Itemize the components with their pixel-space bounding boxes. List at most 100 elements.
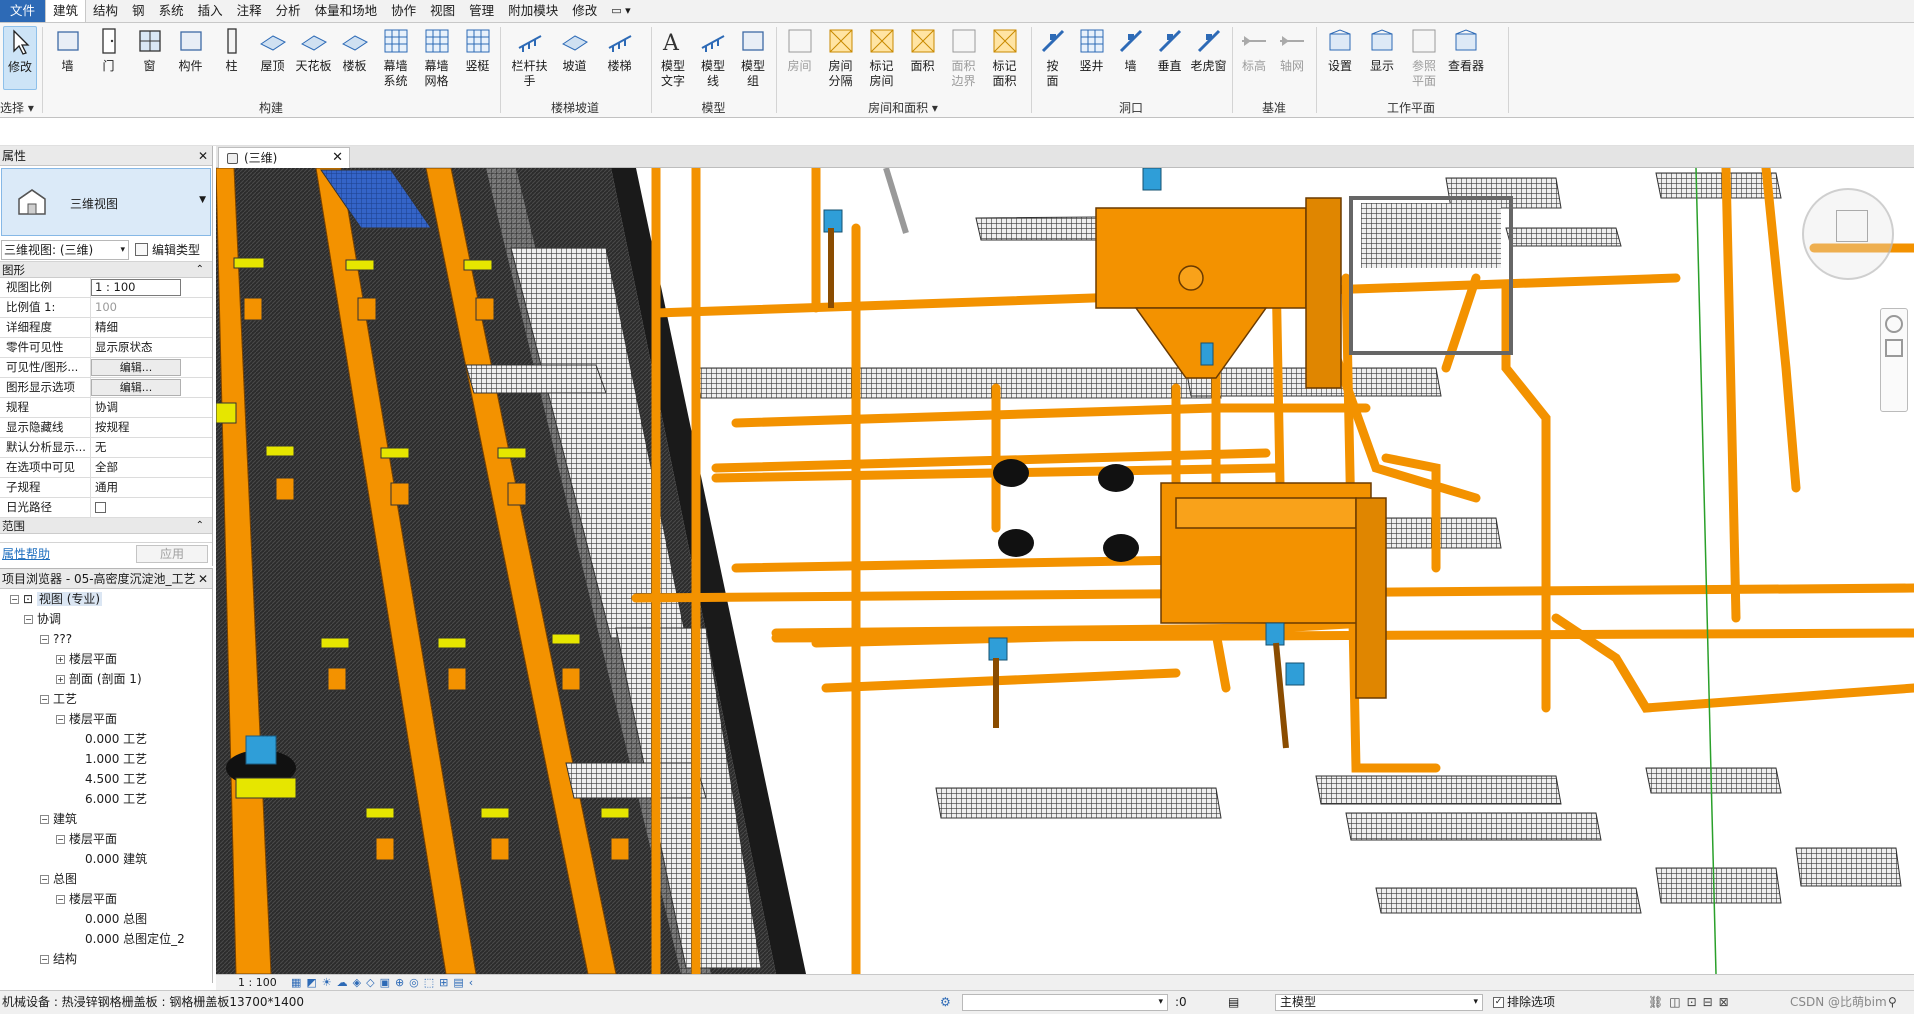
- tree-item[interactable]: − 楼层平面: [0, 709, 212, 729]
- steering-wheel-icon[interactable]: [1885, 315, 1903, 333]
- menu-tab-0[interactable]: 文件: [0, 0, 46, 22]
- collapse-icon[interactable]: −: [40, 635, 49, 644]
- ribbon-build-button-2[interactable]: 窗: [130, 26, 169, 74]
- ribbon-rooms-button-0[interactable]: 房间: [780, 26, 819, 74]
- ribbon-build-button-0[interactable]: 墙: [48, 26, 87, 74]
- collapse-icon[interactable]: −: [40, 695, 49, 704]
- expand-icon[interactable]: +: [56, 655, 65, 664]
- view-tab-3d[interactable]: (三维) ✕: [218, 147, 350, 168]
- zoom-icon[interactable]: [1885, 339, 1903, 357]
- collapse-icon[interactable]: −: [24, 615, 33, 624]
- property-value[interactable]: 按规程: [91, 418, 212, 437]
- tree-item[interactable]: 0.000 工艺: [0, 729, 212, 749]
- tree-item[interactable]: 0.000 建筑: [0, 849, 212, 869]
- exclude-options[interactable]: ✓ 排除选项: [1493, 991, 1555, 1013]
- close-icon[interactable]: ✕: [332, 148, 343, 168]
- menu-tab-7[interactable]: 分析: [269, 0, 308, 22]
- ribbon-model-button-1[interactable]: 模型 线: [694, 26, 732, 89]
- tree-item[interactable]: + 剖面 (剖面 1): [0, 669, 212, 689]
- ribbon-rooms-button-2[interactable]: 标记 房间: [862, 26, 901, 89]
- edit-button[interactable]: 编辑...: [91, 359, 181, 376]
- tree-item[interactable]: − 建筑: [0, 809, 212, 829]
- selection-filter-icons[interactable]: ⛓◫⊡⊟⊠: [1648, 991, 1735, 1013]
- graphics-section[interactable]: 图形 ⌃: [0, 262, 212, 278]
- view-scale-button[interactable]: 1 : 100: [238, 975, 277, 990]
- exclude-checkbox[interactable]: ✓: [1493, 997, 1504, 1008]
- ribbon-build-button-6[interactable]: 天花板: [294, 26, 333, 74]
- tree-root[interactable]: − ⊡ 视图 (专业): [0, 589, 212, 609]
- quick-access-dropdown[interactable]: ▭ ▾: [604, 0, 637, 22]
- property-value[interactable]: [91, 498, 212, 517]
- edit-button[interactable]: 编辑...: [91, 379, 181, 396]
- menu-tab-6[interactable]: 注释: [230, 0, 269, 22]
- ribbon-workplane-button-1[interactable]: 显示: [1362, 26, 1402, 74]
- collapse-icon[interactable]: −: [40, 875, 49, 884]
- menu-tab-9[interactable]: 协作: [384, 0, 423, 22]
- tree-item[interactable]: − 楼层平面: [0, 889, 212, 909]
- view-control-icons[interactable]: ▦◩☀☁◈◇▣⊕◎⬚⊞▤‹: [291, 975, 478, 990]
- property-value[interactable]: 无: [91, 438, 212, 457]
- workset-field[interactable]: ▾: [962, 994, 1168, 1011]
- collapse-icon[interactable]: −: [56, 835, 65, 844]
- menu-tab-8[interactable]: 体量和场地: [308, 0, 385, 22]
- collapse-icon[interactable]: −: [56, 895, 65, 904]
- tree-item[interactable]: 0.000 总图: [0, 909, 212, 929]
- menu-tab-4[interactable]: 系统: [152, 0, 191, 22]
- ribbon-rooms-button-4[interactable]: 面积 边界: [944, 26, 983, 89]
- viewcube-compass[interactable]: [1802, 188, 1894, 280]
- menu-tab-12[interactable]: 附加模块: [501, 0, 565, 22]
- ribbon-datum-button-0[interactable]: 标高: [1236, 26, 1272, 74]
- ribbon-workplane-button-0[interactable]: 设置: [1320, 26, 1360, 74]
- filter-icon[interactable]: ⚲: [1888, 991, 1897, 1013]
- design-option-icon[interactable]: ▤: [1228, 991, 1239, 1013]
- tree-item[interactable]: − 协调: [0, 609, 212, 629]
- rooms-group-label[interactable]: 房间和面积 ▾: [776, 99, 1030, 116]
- model-selector[interactable]: 主模型 ▾: [1275, 994, 1483, 1011]
- close-icon[interactable]: ✕: [198, 569, 208, 589]
- ribbon-rooms-button-5[interactable]: 标记 面积: [985, 26, 1024, 89]
- instance-selector[interactable]: 三维视图: (三维) ▾: [1, 239, 129, 260]
- collapse-icon[interactable]: −: [10, 595, 19, 604]
- ribbon-build-button-3[interactable]: 构件: [171, 26, 210, 74]
- view-scale-field[interactable]: 1 : 100: [91, 279, 181, 296]
- menu-tab-11[interactable]: 管理: [462, 0, 501, 22]
- ribbon-model-button-0[interactable]: A 模型 文字: [654, 26, 692, 89]
- collapse-icon[interactable]: −: [40, 815, 49, 824]
- ribbon-datum-button-1[interactable]: 轴网: [1274, 26, 1310, 74]
- ribbon-stairs-button-2[interactable]: 楼梯: [598, 26, 641, 74]
- expand-icon[interactable]: +: [56, 675, 65, 684]
- range-section[interactable]: 范围 ⌃: [0, 518, 212, 534]
- property-value[interactable]: 精细: [91, 318, 212, 337]
- menu-tab-2[interactable]: 结构: [86, 0, 125, 22]
- menu-tab-5[interactable]: 插入: [191, 0, 230, 22]
- collapse-icon[interactable]: −: [40, 955, 49, 964]
- ribbon-build-button-5[interactable]: 屋顶: [253, 26, 292, 74]
- menu-tab-13[interactable]: 修改: [565, 0, 604, 22]
- property-value[interactable]: 显示原状态: [91, 338, 212, 357]
- property-value[interactable]: 通用: [91, 478, 212, 497]
- ribbon-build-button-10[interactable]: 竖梃: [458, 26, 497, 74]
- ribbon-opening-button-0[interactable]: 按 面: [1034, 26, 1071, 89]
- collapse-icon[interactable]: −: [56, 715, 65, 724]
- menu-tab-3[interactable]: 钢: [125, 0, 152, 22]
- ribbon-rooms-button-1[interactable]: 房间 分隔: [821, 26, 860, 89]
- ribbon-build-button-8[interactable]: 幕墙 系统: [376, 26, 415, 89]
- type-selector[interactable]: 三维视图 ▼: [1, 168, 211, 236]
- ribbon-build-button-9[interactable]: 幕墙 网格: [417, 26, 456, 89]
- tree-item[interactable]: −???: [0, 629, 212, 649]
- ribbon-opening-button-4[interactable]: 老虎窗: [1190, 26, 1227, 74]
- tree-item[interactable]: − 工艺: [0, 689, 212, 709]
- ribbon-opening-button-1[interactable]: 竖井: [1073, 26, 1110, 74]
- ribbon-build-button-1[interactable]: 门: [89, 26, 128, 74]
- viewcube-icon[interactable]: [1836, 210, 1868, 242]
- properties-help-link[interactable]: 属性帮助: [0, 545, 50, 562]
- ribbon-opening-button-2[interactable]: 墙: [1112, 26, 1149, 74]
- workset-icon[interactable]: ⚙: [940, 991, 951, 1013]
- tree-item[interactable]: 4.500 工艺: [0, 769, 212, 789]
- ribbon-stairs-button-0[interactable]: 栏杆扶手: [508, 26, 551, 89]
- ribbon-model-button-2[interactable]: 模型 组: [734, 26, 772, 89]
- ribbon-rooms-button-3[interactable]: 面积: [903, 26, 942, 74]
- tree-item[interactable]: 6.000 工艺: [0, 789, 212, 809]
- property-value[interactable]: 协调: [91, 398, 212, 417]
- 3d-viewport[interactable]: [216, 168, 1914, 974]
